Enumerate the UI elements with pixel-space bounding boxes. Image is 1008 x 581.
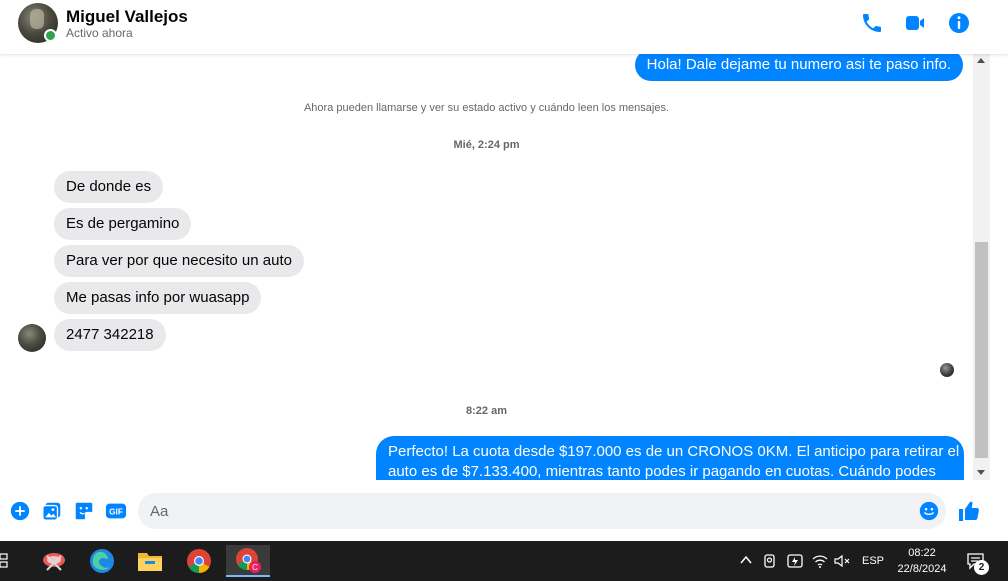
clock-date: 22/8/2024 [897, 563, 947, 575]
message-line: Perfecto! La cuota desde $197.000 es de … [388, 443, 960, 460]
emoji-icon[interactable] [918, 500, 940, 522]
incoming-message[interactable]: 2477 342218 [54, 319, 166, 351]
outgoing-message[interactable]: Hola! Dale dejame tu numero asi te paso … [634, 54, 963, 81]
incoming-message[interactable]: Me pasas info por wuasapp [54, 282, 262, 314]
contact-name[interactable]: Miguel Vallejos [66, 7, 188, 27]
message-composer: GIF [0, 480, 1008, 541]
meet-now-icon[interactable] [763, 553, 777, 569]
notification-count-badge: 2 [974, 560, 989, 575]
battery-plug-icon[interactable] [787, 553, 805, 569]
scroll-thumb[interactable] [975, 242, 988, 458]
incoming-message[interactable]: Es de pergamino [54, 208, 192, 240]
task-view-icon[interactable] [0, 553, 10, 569]
scroll-down-arrow[interactable] [977, 470, 985, 475]
like-icon[interactable] [957, 499, 981, 523]
message-list[interactable]: Hola! Dale dejame tu numero asi te paso … [0, 54, 973, 480]
svg-text:C: C [252, 563, 258, 572]
folder-icon [138, 553, 162, 571]
incoming-message[interactable]: De donde es [54, 171, 164, 203]
system-notice: Ahora pueden llamarse y ver su estado ac… [303, 102, 670, 114]
phone-icon[interactable] [860, 11, 884, 35]
timestamp: Mié, 2:24 pm [453, 139, 520, 151]
taskbar-app-snipping[interactable] [36, 545, 72, 577]
taskbar-app-edge[interactable] [84, 545, 120, 577]
photo-icon[interactable] [41, 500, 63, 522]
read-receipt-avatar [940, 363, 954, 377]
taskbar-app-chrome[interactable] [181, 545, 217, 577]
timestamp: 8:22 am [466, 405, 507, 417]
snipping-tool-icon [43, 553, 65, 571]
outgoing-message[interactable]: Perfecto! La cuota desde $197.000 es de … [376, 436, 964, 480]
chrome-icon [187, 549, 211, 573]
volume-muted-icon[interactable] [834, 554, 850, 568]
conversation-header: Miguel Vallejos Activo ahora [0, 0, 1008, 54]
video-icon[interactable] [903, 11, 927, 35]
window-gutter [990, 54, 1008, 541]
chevron-up-icon[interactable] [740, 555, 752, 565]
message-scrollbar[interactable] [973, 54, 990, 480]
taskbar-app-chrome-profile[interactable]: C [226, 545, 270, 577]
online-status-dot [44, 29, 57, 42]
message-input-box[interactable] [138, 493, 946, 529]
sender-avatar[interactable] [18, 324, 46, 352]
wifi-icon[interactable] [812, 554, 828, 568]
taskbar-app-explorer[interactable] [132, 545, 168, 577]
sticker-icon[interactable] [73, 500, 95, 522]
message-line: auto es de $7.133.400, mientras tanto po… [388, 463, 936, 480]
edge-icon [90, 549, 114, 573]
clock-time: 08:22 [908, 547, 936, 559]
svg-text:GIF: GIF [109, 508, 123, 517]
contact-status: Activo ahora [66, 26, 133, 40]
incoming-message[interactable]: Para ver por que necesito un auto [54, 245, 304, 277]
scroll-up-arrow[interactable] [977, 58, 985, 63]
messenger-window: Miguel Vallejos Activo ahora Hola! Dale … [0, 0, 1008, 541]
windows-taskbar: C ESP 08:22 22/8/2024 2 [0, 541, 1008, 581]
taskbar-clock[interactable]: 08:22 22/8/2024 [880, 545, 964, 577]
message-input[interactable] [150, 493, 910, 529]
info-icon[interactable] [947, 11, 971, 35]
plus-icon[interactable] [9, 500, 31, 522]
gif-icon[interactable]: GIF [105, 500, 127, 522]
chrome-profile-icon: C [236, 548, 261, 573]
